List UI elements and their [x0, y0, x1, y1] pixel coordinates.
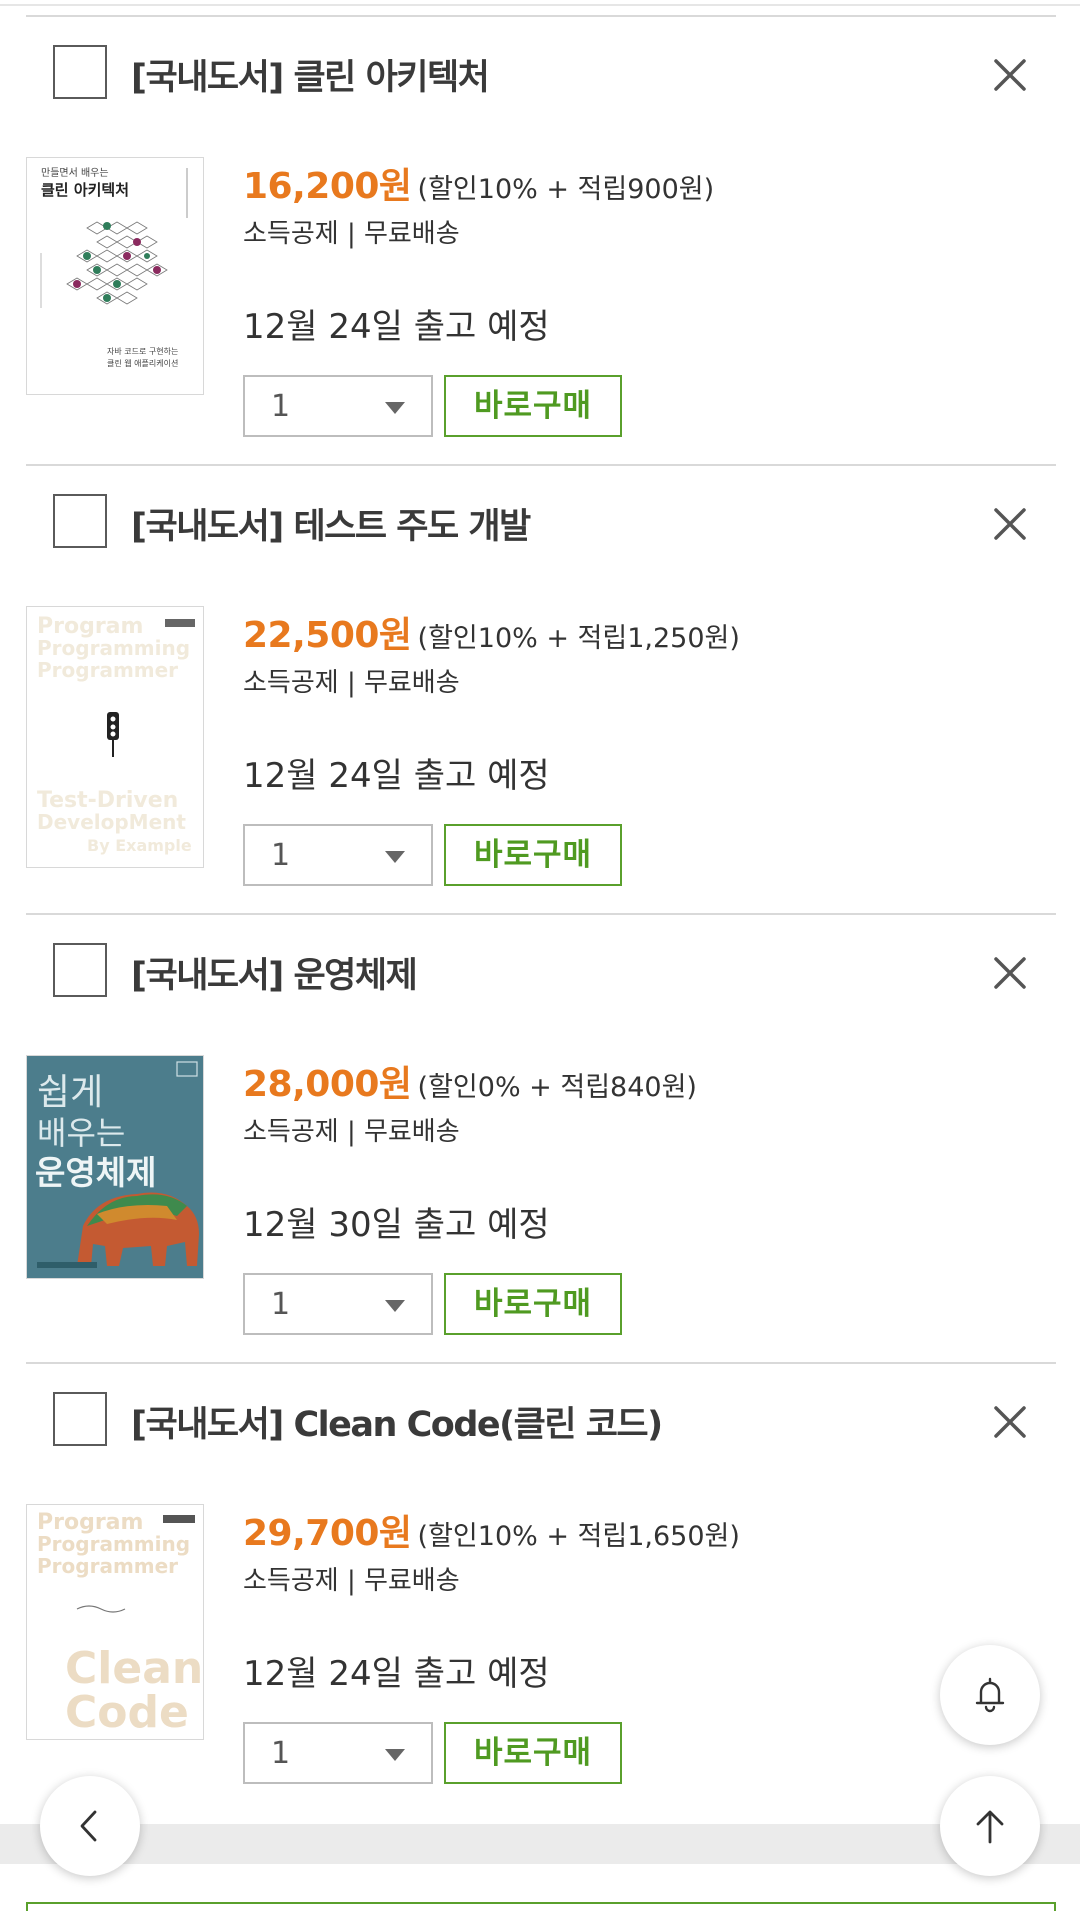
shipping-info: 소득공제 | 무료배송 — [243, 668, 460, 698]
section-separator — [0, 1824, 1080, 1864]
item-title[interactable]: [국내도서] 테스트 주도 개발 — [131, 498, 531, 549]
buy-now-button[interactable]: 바로구매 — [444, 824, 622, 886]
cart-item: [국내도서] Clean Code(클린 코드) Program Program… — [26, 1362, 1056, 1814]
bell-icon — [975, 1677, 1005, 1713]
quantity-select[interactable]: 1 — [243, 1273, 433, 1335]
cart-item: [국내도서] 클린 아키텍처 만들면서 배우는 클린 아키텍처 자바 코드로 구… — [26, 15, 1056, 467]
discount-benefit: (할인10% + 적립900원) — [417, 174, 715, 205]
price-info: 29,700원 (할인10% + 적립1,650원) — [243, 1504, 740, 1556]
quantity-select[interactable]: 1 — [243, 1722, 433, 1784]
discount-benefit: (할인10% + 적립1,650원) — [417, 1521, 740, 1552]
close-icon[interactable] — [990, 953, 1030, 993]
cover-bottom-text: DevelopMent — [37, 810, 186, 834]
shipping-info: 소득공제 | 무료배송 — [243, 1566, 460, 1596]
quantity-select[interactable]: 1 — [243, 375, 433, 437]
price-info: 22,500원 (할인10% + 적립1,250원) — [243, 606, 740, 658]
book-cover-image[interactable]: 만들면서 배우는 클린 아키텍처 자바 코드로 구현하는 클린 웹 애플리케이션 — [26, 157, 204, 395]
close-icon[interactable] — [990, 55, 1030, 95]
chevron-left-icon — [80, 1810, 97, 1842]
cover-top-text: Programmer — [37, 658, 178, 682]
sale-price: 22,500원 — [243, 615, 412, 656]
cart-item: [국내도서] 운영체제 쉽게 배우는 운영체제 28,000원 (할인0% + … — [26, 913, 1056, 1365]
price-info: 16,200원 (할인10% + 적립900원) — [243, 157, 714, 209]
item-select-checkbox[interactable] — [53, 45, 107, 99]
delivery-date: 12월 24일 출고 예정 — [243, 1654, 550, 1694]
chevron-down-icon — [385, 851, 405, 863]
scroll-top-button[interactable] — [940, 1776, 1040, 1876]
cover-bottom-text: By Example — [87, 836, 192, 855]
item-title[interactable]: [국내도서] 클린 아키텍처 — [131, 49, 490, 100]
notification-button[interactable] — [940, 1645, 1040, 1745]
cover-bottom-text: Code — [65, 1687, 189, 1738]
cover-top-text: Programming — [37, 636, 190, 660]
sale-price: 28,000원 — [243, 1064, 412, 1105]
item-select-checkbox[interactable] — [53, 943, 107, 997]
top-divider — [0, 4, 1080, 6]
shipping-info: 소득공제 | 무료배송 — [243, 219, 460, 249]
item-select-checkbox[interactable] — [53, 494, 107, 548]
bottom-action-box[interactable] — [26, 1902, 1056, 1911]
cover-bottom-text: 자바 코드로 구현하는 — [107, 346, 178, 356]
cart-item: [국내도서] 테스트 주도 개발 Program Programming Pro… — [26, 464, 1056, 916]
cover-top-text: Programming — [37, 1532, 190, 1556]
chevron-down-icon — [385, 1300, 405, 1312]
buy-now-button[interactable]: 바로구매 — [444, 1273, 622, 1335]
shipping-info: 소득공제 | 무료배송 — [243, 1117, 460, 1147]
cover-bottom-text: 클린 웹 애플리케이션 — [107, 358, 178, 368]
quantity-value: 1 — [271, 1736, 291, 1771]
chevron-down-icon — [385, 402, 405, 414]
quantity-value: 1 — [271, 838, 291, 873]
quantity-select[interactable]: 1 — [243, 824, 433, 886]
delivery-date: 12월 24일 출고 예정 — [243, 756, 550, 796]
cover-title-text: 쉽게 — [37, 1072, 103, 1113]
sale-price: 16,200원 — [243, 166, 412, 207]
book-cover-image[interactable]: Program Programming Programmer Clean Cod… — [26, 1504, 204, 1740]
quantity-value: 1 — [271, 1287, 291, 1322]
delivery-date: 12월 24일 출고 예정 — [243, 307, 550, 347]
buy-now-button[interactable]: 바로구매 — [444, 375, 622, 437]
cart-page: [국내도서] 클린 아키텍처 만들면서 배우는 클린 아키텍처 자바 코드로 구… — [0, 0, 1080, 1911]
cover-top-text: 만들면서 배우는 — [41, 167, 109, 179]
book-cover-image[interactable]: Program Programming Programmer Test-Driv… — [26, 606, 204, 868]
price-info: 28,000원 (할인0% + 적립840원) — [243, 1055, 697, 1107]
close-icon[interactable] — [990, 1402, 1030, 1442]
delivery-date: 12월 30일 출고 예정 — [243, 1205, 550, 1245]
cover-top-text: Programmer — [37, 1554, 178, 1578]
close-icon[interactable] — [990, 504, 1030, 544]
arrow-up-icon — [976, 1810, 1004, 1844]
cover-title-text: 운영체제 — [35, 1153, 156, 1192]
discount-benefit: (할인0% + 적립840원) — [417, 1072, 697, 1103]
sale-price: 29,700원 — [243, 1513, 412, 1554]
item-title[interactable]: [국내도서] 운영체제 — [131, 947, 418, 998]
back-button[interactable] — [40, 1776, 140, 1876]
book-cover-image[interactable]: 쉽게 배우는 운영체제 — [26, 1055, 204, 1279]
chevron-down-icon — [385, 1749, 405, 1761]
item-title[interactable]: [국내도서] Clean Code(클린 코드) — [131, 1396, 663, 1447]
buy-now-button[interactable]: 바로구매 — [444, 1722, 622, 1784]
cover-title-text: 배우는 — [37, 1114, 125, 1152]
item-select-checkbox[interactable] — [53, 1392, 107, 1446]
cover-title-text: 클린 아키텍처 — [41, 181, 129, 199]
discount-benefit: (할인10% + 적립1,250원) — [417, 623, 740, 654]
quantity-value: 1 — [271, 389, 291, 424]
